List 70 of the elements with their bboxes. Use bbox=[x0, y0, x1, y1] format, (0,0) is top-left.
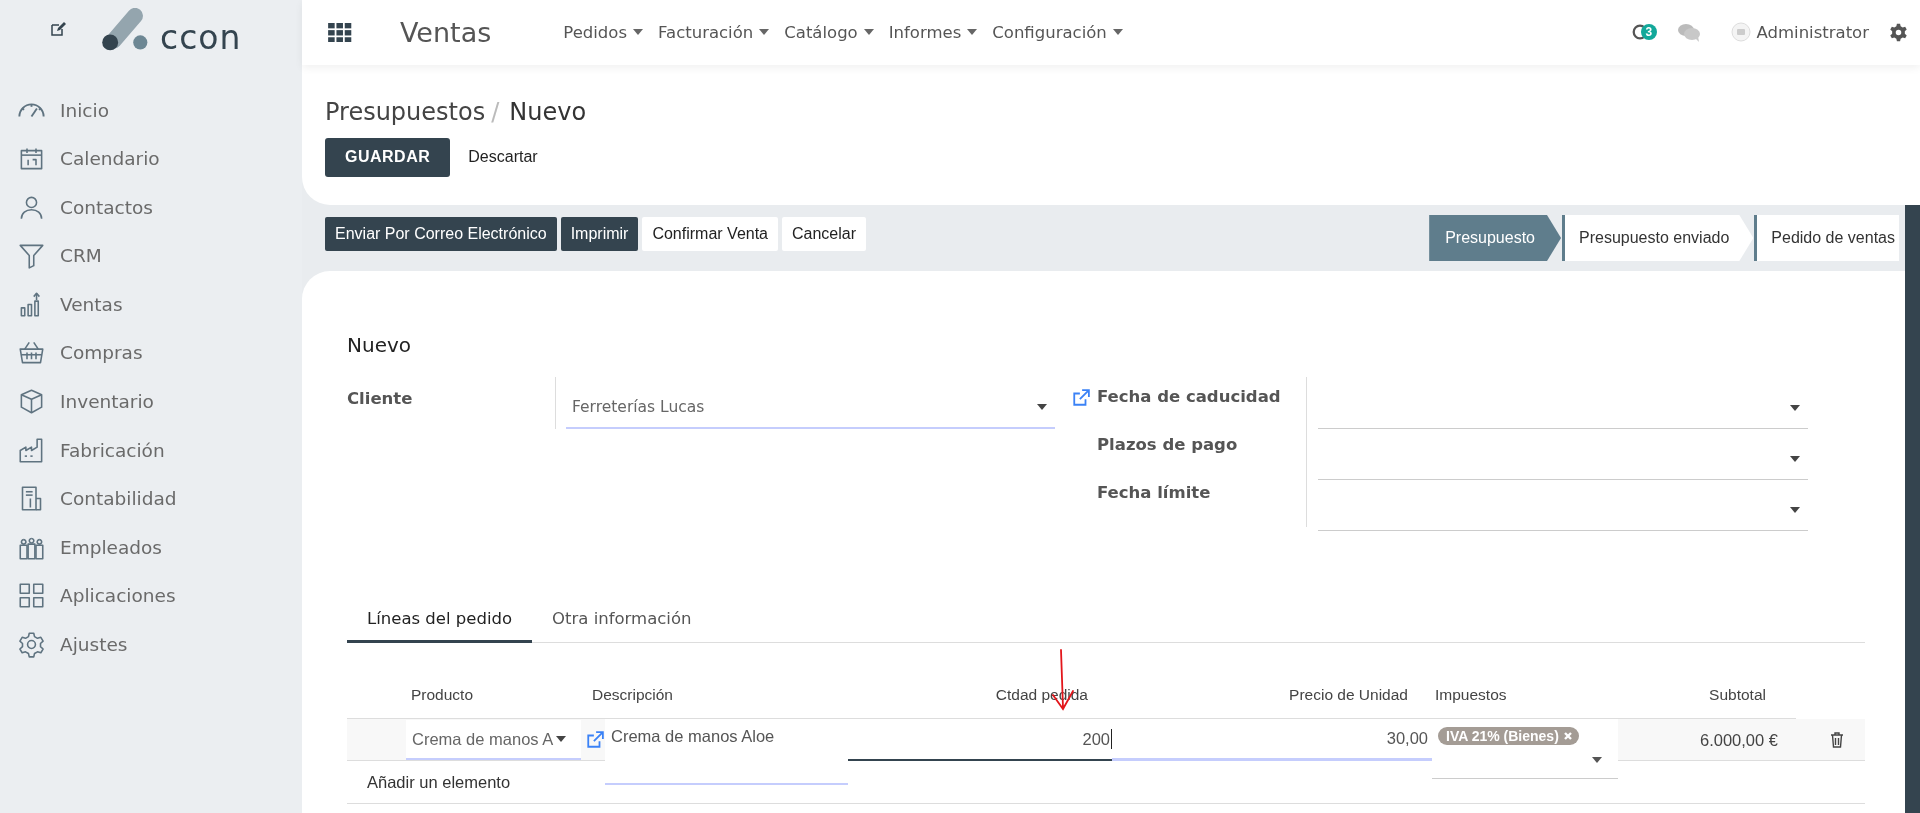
field-label: Fecha límite bbox=[1097, 483, 1212, 502]
edit-icon[interactable] bbox=[50, 21, 66, 37]
tab[interactable]: Otra información bbox=[532, 599, 712, 643]
breadcrumb-current: Nuevo bbox=[509, 97, 587, 126]
breadcrumb-separator: / bbox=[491, 97, 500, 126]
tab[interactable]: Líneas del pedido bbox=[347, 599, 533, 643]
caret-icon bbox=[759, 29, 770, 36]
product-field[interactable]: Crema de manos A bbox=[406, 720, 581, 760]
status-stage[interactable]: Pedido de ventas bbox=[1754, 215, 1899, 262]
notification-badge: 3 bbox=[1640, 24, 1658, 41]
field-label: Plazos de pago bbox=[1097, 435, 1239, 454]
discard-button[interactable]: Descartar bbox=[466, 137, 540, 177]
action-button[interactable]: Cancelar bbox=[782, 217, 867, 252]
gauge-icon bbox=[18, 102, 45, 118]
user-name[interactable]: Administrator bbox=[1756, 22, 1869, 42]
caret-icon bbox=[556, 736, 567, 742]
apps-menu-icon[interactable] bbox=[328, 22, 352, 42]
sidebar-item[interactable]: Empleados bbox=[0, 530, 302, 565]
sidebar-item[interactable]: Inventario bbox=[0, 384, 302, 419]
field-label: Fecha de caducidad bbox=[1097, 387, 1282, 406]
chat-icon[interactable] bbox=[1676, 22, 1701, 43]
sidebar-item[interactable]: Ventas bbox=[0, 287, 302, 322]
caret-icon bbox=[863, 29, 874, 36]
menu-item[interactable]: Informes bbox=[888, 22, 978, 42]
menu-item[interactable]: Catálogo bbox=[784, 22, 874, 42]
sidebar-item[interactable]: Contabilidad bbox=[0, 481, 302, 516]
caret-icon bbox=[1790, 455, 1800, 462]
sidebar-item[interactable]: Compras bbox=[0, 335, 302, 370]
tax-tag: IVA 21% (Bienes) bbox=[1438, 727, 1579, 745]
caret-icon bbox=[1592, 757, 1602, 763]
funnel-icon bbox=[18, 242, 45, 270]
sidebar-item[interactable]: CRM bbox=[0, 238, 302, 273]
caret-icon bbox=[1037, 404, 1047, 410]
settings-icon[interactable] bbox=[1889, 22, 1908, 42]
caret-icon bbox=[633, 29, 644, 36]
caret-icon bbox=[1790, 506, 1800, 513]
menu-item[interactable]: Facturación bbox=[658, 22, 770, 42]
box-icon bbox=[18, 388, 45, 416]
external-link-icon[interactable] bbox=[1072, 389, 1090, 407]
add-line-link[interactable]: Añadir un elemento bbox=[347, 772, 605, 792]
status-stage[interactable]: Presupuesto bbox=[1429, 215, 1561, 262]
external-link-icon[interactable] bbox=[586, 731, 604, 749]
caret-icon bbox=[967, 29, 978, 36]
factory-icon bbox=[18, 436, 45, 464]
status-stage[interactable]: Presupuesto enviado bbox=[1562, 215, 1754, 262]
action-button[interactable]: Imprimir bbox=[560, 217, 639, 252]
record-title: Nuevo bbox=[347, 333, 412, 357]
menu-item[interactable]: Pedidos bbox=[563, 22, 644, 42]
sidebar-item[interactable]: Contactos bbox=[0, 190, 302, 225]
breadcrumb-link[interactable]: Presupuestos bbox=[325, 97, 486, 126]
logo-text: ccon bbox=[160, 17, 242, 57]
action-button[interactable]: Enviar Por Correo Electrónico bbox=[325, 217, 557, 252]
caret-icon bbox=[1112, 29, 1123, 36]
customer-field[interactable]: Ferreterías Lucas bbox=[566, 387, 1055, 429]
menu-item[interactable]: Configuración bbox=[992, 22, 1123, 42]
save-button[interactable]: GUARDAR bbox=[325, 137, 451, 177]
sidebar-item[interactable]: Calendario bbox=[0, 141, 302, 176]
caret-icon bbox=[1790, 404, 1800, 411]
grid-icon bbox=[18, 582, 45, 610]
sidebar-item[interactable]: Inicio bbox=[0, 93, 302, 127]
sidebar-item[interactable]: Ajustes bbox=[0, 627, 302, 662]
delete-icon[interactable] bbox=[1830, 732, 1844, 748]
settings-icon bbox=[18, 631, 45, 659]
sidebar-item[interactable]: Fabricación bbox=[0, 433, 302, 468]
app-title: Ventas bbox=[400, 16, 492, 48]
sidebar-item[interactable]: Aplicaciones bbox=[0, 578, 302, 613]
field-label: Cliente bbox=[347, 389, 414, 408]
table-cell-text: 6.000,00 € bbox=[1699, 729, 1779, 751]
action-button[interactable]: Confirmar Venta bbox=[642, 217, 778, 252]
remove-icon[interactable] bbox=[1562, 731, 1573, 741]
